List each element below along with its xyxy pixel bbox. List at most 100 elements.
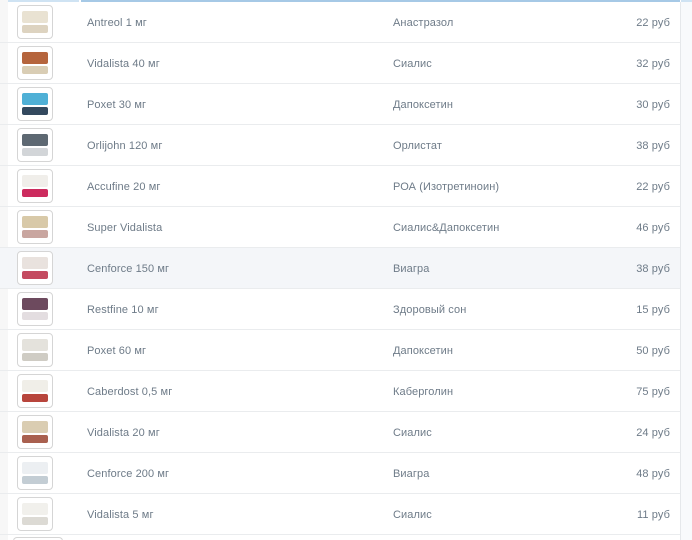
orlijohn-blister-photo [22, 133, 48, 157]
product-photo-bottom-part [22, 189, 48, 197]
product-price: 38 руб [636, 125, 670, 166]
accufine-box-photo [22, 174, 48, 198]
product-thumbnail[interactable] [17, 374, 53, 408]
product-row[interactable]: Poxet 60 мг Дапоксетин 50 руб [0, 330, 680, 371]
product-row[interactable]: Super Vidalista Сиалис&Дапоксетин 46 руб [0, 207, 680, 248]
product-photo-top-part [22, 257, 48, 269]
product-substance: Сиалис [393, 494, 432, 535]
product-price: 11 руб [637, 494, 670, 535]
product-substance: Дапоксетин [393, 330, 453, 371]
product-photo-bottom-part [22, 25, 48, 33]
product-price: 22 руб [636, 2, 670, 43]
product-substance: Дапоксетин [393, 84, 453, 125]
poxet60-blister-photo [22, 338, 48, 362]
product-row[interactable]: Cenforce 150 мг Виагра 38 руб [0, 248, 680, 289]
product-row[interactable]: Antreol 1 мг Анастразол 22 руб [0, 2, 680, 43]
product-thumbnail[interactable] [17, 333, 53, 367]
product-row[interactable]: Vidalista 40 мг Сиалис 32 руб [0, 43, 680, 84]
product-name: Super Vidalista [87, 207, 162, 248]
product-price: 24 руб [636, 412, 670, 453]
table-top-border-right-segment [681, 0, 692, 2]
product-photo-bottom-part [22, 66, 48, 74]
product-row[interactable]: Accufine 20 мг РОА (Изотретиноин) 22 руб [0, 166, 680, 207]
product-photo-bottom-part [22, 271, 48, 279]
product-row[interactable]: Cenforce 200 мг Виагра 48 руб [0, 453, 680, 494]
vidalista5-box-photo [22, 502, 48, 526]
product-name: Poxet 60 мг [87, 330, 146, 371]
product-row[interactable]: Vidalista 20 мг Сиалис 24 руб [0, 412, 680, 453]
product-photo-top-part [22, 216, 48, 228]
restfine-box-photo [22, 297, 48, 321]
product-name: Vidalista 20 мг [87, 412, 160, 453]
product-thumbnail[interactable] [17, 210, 53, 244]
product-thumbnail[interactable] [17, 169, 53, 203]
product-price: 15 руб [636, 289, 670, 330]
product-photo-top-part [22, 175, 48, 187]
product-thumbnail[interactable] [17, 46, 53, 80]
product-thumbnail[interactable] [17, 87, 53, 121]
product-row[interactable]: Restfine 10 мг Здоровый сон 15 руб [0, 289, 680, 330]
product-photo-top-part [22, 93, 48, 105]
product-photo-bottom-part [22, 394, 48, 402]
product-substance: РОА (Изотретиноин) [393, 166, 499, 207]
product-price: 38 руб [636, 248, 670, 289]
product-table: Antreol 1 мг Анастразол 22 руб Vidalista… [0, 2, 680, 535]
product-thumbnail[interactable] [17, 456, 53, 490]
product-thumbnail[interactable] [17, 5, 53, 39]
product-photo-top-part [22, 503, 48, 515]
product-catalog-page: Antreol 1 мг Анастразол 22 руб Vidalista… [0, 0, 692, 540]
product-row[interactable]: Poxet 30 мг Дапоксетин 30 руб [0, 84, 680, 125]
product-price: 22 руб [636, 166, 670, 207]
product-photo-top-part [22, 52, 48, 64]
product-name: Restfine 10 мг [87, 289, 159, 330]
product-row[interactable]: Vidalista 5 мг Сиалис 11 руб [0, 494, 680, 535]
supervidalista-blister-photo [22, 215, 48, 239]
product-name: Accufine 20 мг [87, 166, 161, 207]
product-name: Caberdost 0,5 мг [87, 371, 172, 412]
product-photo-top-part [22, 462, 48, 474]
vidalista20-blister-photo [22, 420, 48, 444]
product-substance: Сиалис [393, 43, 432, 84]
product-price: 75 руб [636, 371, 670, 412]
product-thumbnail[interactable] [17, 251, 53, 285]
product-name: Vidalista 40 мг [87, 43, 160, 84]
product-substance: Сиалис&Дапоксетин [393, 207, 499, 248]
product-row[interactable]: Orlijohn 120 мг Орлистат 38 руб [0, 125, 680, 166]
table-top-border-photo-segment [8, 0, 79, 2]
cenforce200-box-photo [22, 461, 48, 485]
product-substance: Орлистат [393, 125, 442, 166]
product-photo-bottom-part [22, 435, 48, 443]
caberdost-box-photo [22, 379, 48, 403]
product-photo-bottom-part [22, 107, 48, 115]
product-thumbnail[interactable] [17, 415, 53, 449]
product-substance: Анастразол [393, 2, 453, 43]
product-photo-bottom-part [22, 476, 48, 484]
product-photo-top-part [22, 298, 48, 310]
product-substance: Каберголин [393, 371, 453, 412]
product-name: Cenforce 150 мг [87, 248, 169, 289]
vidalista40-box-photo [22, 51, 48, 75]
product-substance: Виагра [393, 248, 429, 289]
product-photo-bottom-part [22, 230, 48, 238]
product-photo-bottom-part [22, 312, 48, 320]
product-substance: Сиалис [393, 412, 432, 453]
product-thumbnail[interactable] [17, 292, 53, 326]
product-thumbnail[interactable] [17, 497, 53, 531]
product-name: Poxet 30 мг [87, 84, 146, 125]
product-photo-top-part [22, 380, 48, 392]
product-photo-top-part [22, 134, 48, 146]
product-substance: Здоровый сон [393, 289, 466, 330]
poxet30-blister-photo [22, 92, 48, 116]
product-price: 46 руб [636, 207, 670, 248]
product-price: 30 руб [636, 84, 670, 125]
product-price: 48 руб [636, 453, 670, 494]
product-name: Cenforce 200 мг [87, 453, 169, 494]
product-thumbnail[interactable] [17, 128, 53, 162]
table-right-gutter [680, 2, 692, 540]
product-photo-top-part [22, 11, 48, 23]
product-substance: Виагра [393, 453, 429, 494]
table-top-border [0, 0, 692, 2]
product-row[interactable]: Caberdost 0,5 мг Каберголин 75 руб [0, 371, 680, 412]
product-name: Antreol 1 мг [87, 2, 147, 43]
table-top-border-main-segment [81, 0, 680, 2]
